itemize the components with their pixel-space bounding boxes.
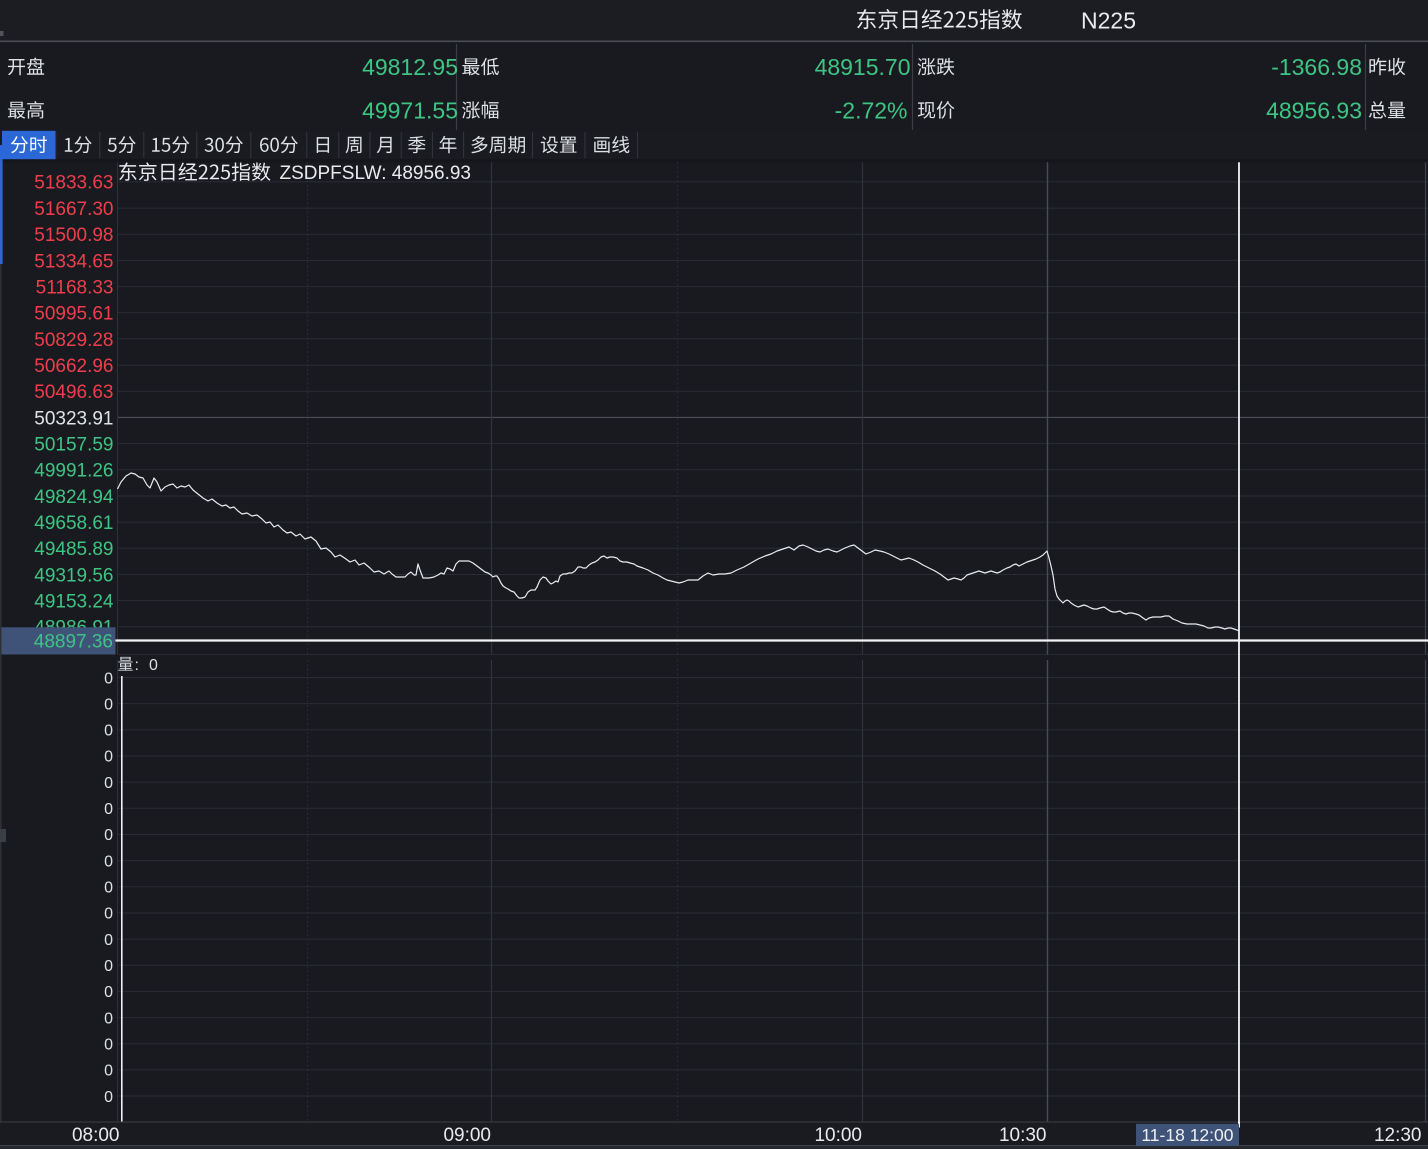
svg-text:51667.30: 51667.30: [34, 199, 113, 220]
svg-text:49153.24: 49153.24: [34, 591, 114, 612]
svg-text:49971.55: 49971.55: [362, 97, 458, 123]
svg-text:N225: N225: [1081, 7, 1136, 33]
svg-text:49485.89: 49485.89: [34, 539, 113, 560]
svg-text:0: 0: [104, 984, 113, 1001]
svg-text:49319.56: 49319.56: [34, 565, 113, 586]
svg-text:11-18 12:00: 11-18 12:00: [1141, 1125, 1233, 1145]
svg-text:0: 0: [104, 1010, 113, 1027]
svg-text:0: 0: [104, 932, 113, 949]
svg-text:50496.63: 50496.63: [34, 382, 113, 403]
svg-text:0: 0: [104, 1089, 113, 1106]
svg-text:48956.93: 48956.93: [1266, 97, 1362, 123]
svg-text:0: 0: [104, 1037, 113, 1054]
svg-text:50995.61: 50995.61: [34, 304, 113, 325]
svg-text:0: 0: [104, 670, 113, 687]
svg-text:51500.98: 51500.98: [34, 225, 113, 246]
svg-text:0: 0: [149, 657, 158, 674]
svg-text:49658.61: 49658.61: [34, 513, 113, 534]
svg-text:51168.33: 51168.33: [36, 277, 114, 298]
svg-text:0: 0: [104, 958, 113, 975]
svg-text:48897.36: 48897.36: [34, 632, 113, 653]
svg-text:10:30: 10:30: [999, 1125, 1047, 1146]
svg-text:-2.72%: -2.72%: [835, 97, 908, 123]
svg-text:08:00: 08:00: [72, 1125, 120, 1146]
svg-text:50829.28: 50829.28: [34, 330, 113, 351]
svg-text:0: 0: [104, 775, 113, 792]
svg-text:0: 0: [104, 723, 113, 740]
svg-text:51334.65: 51334.65: [34, 251, 113, 272]
svg-text:09:00: 09:00: [443, 1125, 491, 1146]
svg-text:50662.96: 50662.96: [34, 356, 113, 377]
svg-text:10:00: 10:00: [814, 1125, 862, 1146]
svg-text::: :: [135, 657, 139, 674]
svg-text:50323.91: 50323.91: [34, 408, 113, 429]
svg-text:49812.95: 49812.95: [362, 54, 458, 80]
svg-text:0: 0: [104, 853, 113, 870]
svg-text:0: 0: [104, 801, 113, 818]
svg-text:12:30: 12:30: [1374, 1125, 1422, 1146]
svg-text:0: 0: [104, 906, 113, 923]
svg-text:0: 0: [104, 880, 113, 897]
svg-text:0: 0: [104, 1063, 113, 1080]
svg-text:48915.70: 48915.70: [815, 54, 911, 80]
svg-text:51833.63: 51833.63: [34, 173, 113, 194]
svg-text:49991.26: 49991.26: [34, 461, 113, 482]
svg-text:ZSDPFSLW: 48956.93: ZSDPFSLW: 48956.93: [280, 163, 472, 184]
svg-text:50157.59: 50157.59: [34, 434, 113, 455]
svg-text:0: 0: [104, 827, 113, 844]
svg-text:-1366.98: -1366.98: [1271, 54, 1362, 80]
svg-text:49824.94: 49824.94: [34, 487, 114, 508]
svg-text:0: 0: [104, 749, 113, 766]
svg-text:0: 0: [104, 696, 113, 713]
